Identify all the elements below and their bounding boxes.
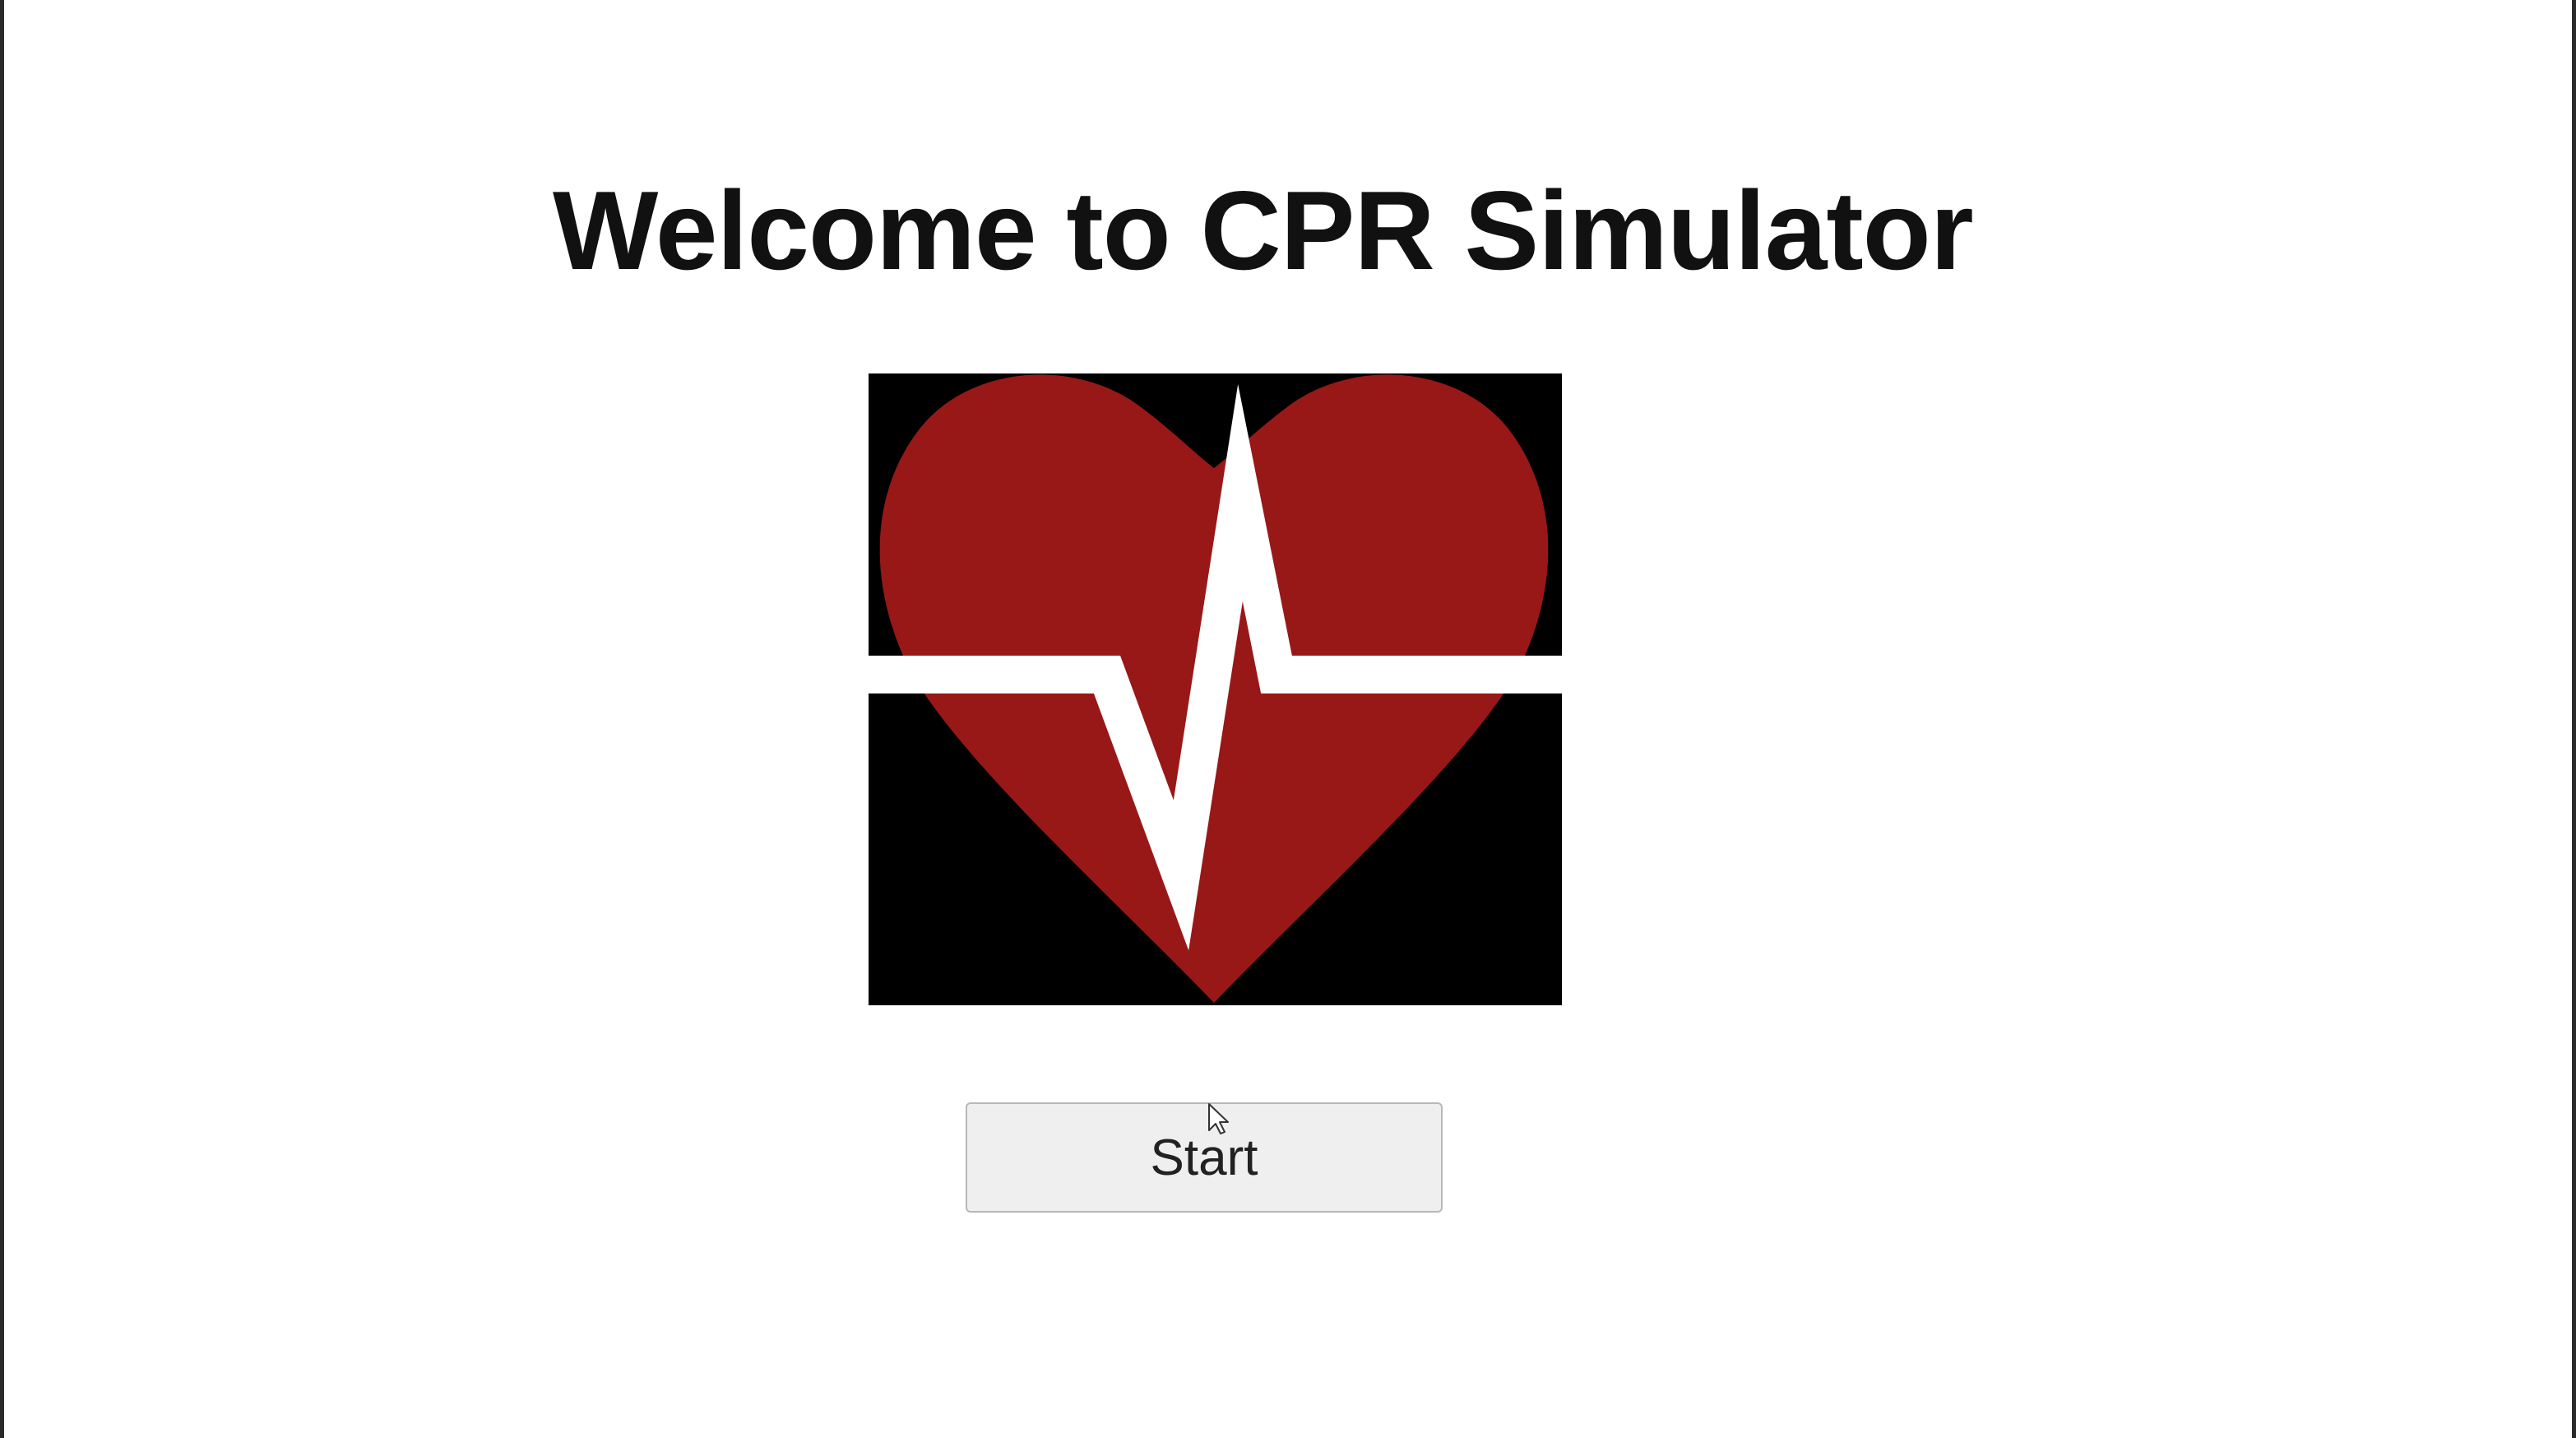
start-button[interactable]: Start [966,1102,1443,1213]
page-title: Welcome to CPR Simulator [553,168,1974,293]
window-left-border [0,0,4,1438]
window-right-border [2572,0,2576,1438]
heart-pulse-icon [869,373,1562,1005]
mouse-pointer-icon [1207,1102,1229,1135]
app-window: Welcome to CPR Simulator Start [0,0,2576,1438]
